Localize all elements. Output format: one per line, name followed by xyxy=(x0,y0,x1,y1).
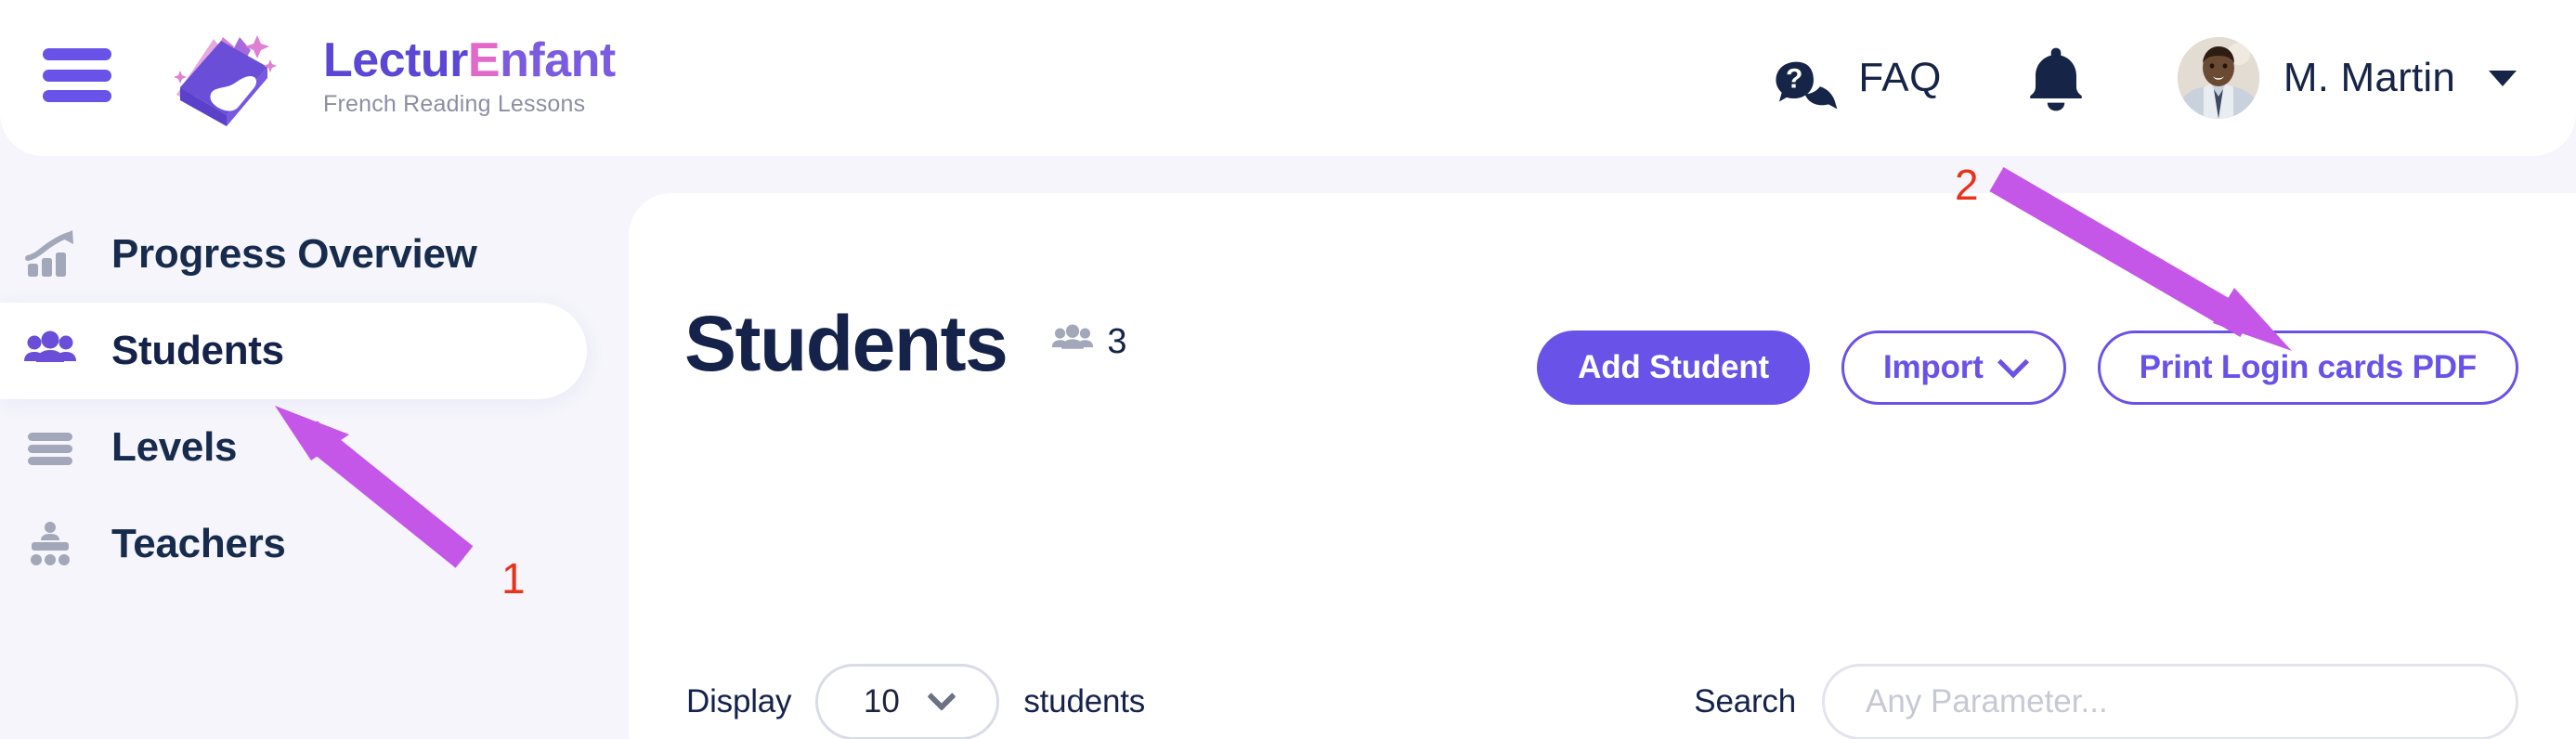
header-actions: ? FAQ M. Martin xyxy=(1773,0,2539,156)
search-label: Search xyxy=(1694,683,1796,720)
sidebar-item-label: Students xyxy=(111,328,284,373)
display-suffix-label: students xyxy=(1023,683,1146,720)
sidebar-nav: Progress Overview Students Levels Teache… xyxy=(0,156,629,739)
brand-name: LecturEnfant xyxy=(323,32,616,87)
search-group: Search xyxy=(1694,664,2518,739)
hamburger-bar xyxy=(43,48,111,60)
sidebar-item-label: Levels xyxy=(111,424,238,470)
svg-text:?: ? xyxy=(1786,63,1802,94)
display-count-select[interactable]: 10 xyxy=(815,664,1000,739)
teacher-desk-icon xyxy=(20,514,80,574)
chevron-down-icon xyxy=(1997,346,2029,379)
hamburger-bar xyxy=(43,69,111,82)
open-book-hand-logo-icon xyxy=(174,35,277,126)
brand-text-block: LecturEnfant French Reading Lessons xyxy=(323,32,616,118)
sidebar-item-label: Progress Overview xyxy=(111,231,477,277)
sidebar-item-label: Teachers xyxy=(111,521,286,566)
student-count: 3 xyxy=(1051,322,1126,365)
brand-logo[interactable]: LecturEnfant French Reading Lessons xyxy=(165,26,616,128)
caret-down-icon[interactable] xyxy=(2489,70,2517,86)
display-count-group: Display 10 students xyxy=(686,664,1145,739)
page-header: Students 3 xyxy=(684,305,1126,382)
display-label: Display xyxy=(686,683,792,720)
user-name-label: M. Martin xyxy=(2283,55,2455,100)
user-menu[interactable]: M. Martin xyxy=(2177,37,2517,119)
main-content-card: Students 3 Add Student Import Print Logi xyxy=(629,193,2576,739)
search-input[interactable] xyxy=(1822,664,2518,739)
student-count-value: 3 xyxy=(1107,322,1127,361)
faq-button[interactable]: ? FAQ xyxy=(1773,44,1942,112)
import-button[interactable]: Import xyxy=(1841,331,2066,405)
people-group-icon xyxy=(1052,324,1094,349)
faq-label: FAQ xyxy=(1858,55,1942,100)
sidebar-item-teachers[interactable]: Teachers xyxy=(0,496,629,592)
table-controls: Display 10 students Search xyxy=(686,664,2518,739)
hamburger-bar xyxy=(43,90,111,102)
hamburger-menu-icon[interactable] xyxy=(43,48,111,102)
page-header-actions: Add Student Import Print Login cards PDF xyxy=(1537,331,2518,405)
add-student-button[interactable]: Add Student xyxy=(1537,331,1810,405)
print-login-cards-pdf-button[interactable]: Print Login cards PDF xyxy=(2097,331,2518,405)
sidebar-item-students[interactable]: Students xyxy=(0,303,587,399)
question-chat-bubble-icon: ? xyxy=(1776,61,1838,110)
import-label: Import xyxy=(1882,349,1984,385)
list-bars-icon xyxy=(20,418,80,477)
people-group-icon xyxy=(20,321,80,381)
brand-name-accent: E xyxy=(467,32,501,87)
chevron-down-icon xyxy=(927,681,956,711)
app-root: LecturEnfant French Reading Lessons ? FA… xyxy=(0,0,2576,739)
brand-name-part1: Lectur xyxy=(323,32,468,87)
top-header-bar: LecturEnfant French Reading Lessons ? FA… xyxy=(0,0,2576,156)
brand-tagline: French Reading Lessons xyxy=(323,91,586,118)
notifications-button[interactable] xyxy=(2023,44,2088,112)
brand-name-part2: nfant xyxy=(500,32,616,87)
sidebar-item-levels[interactable]: Levels xyxy=(0,399,629,496)
bell-icon xyxy=(2030,47,2082,111)
display-count-value: 10 xyxy=(863,683,900,720)
growth-chart-icon xyxy=(20,225,80,284)
user-avatar-photo-icon xyxy=(2177,37,2259,119)
user-avatar xyxy=(2177,37,2259,119)
page-title: Students xyxy=(684,300,1008,387)
sidebar-item-progress-overview[interactable]: Progress Overview xyxy=(0,206,629,303)
